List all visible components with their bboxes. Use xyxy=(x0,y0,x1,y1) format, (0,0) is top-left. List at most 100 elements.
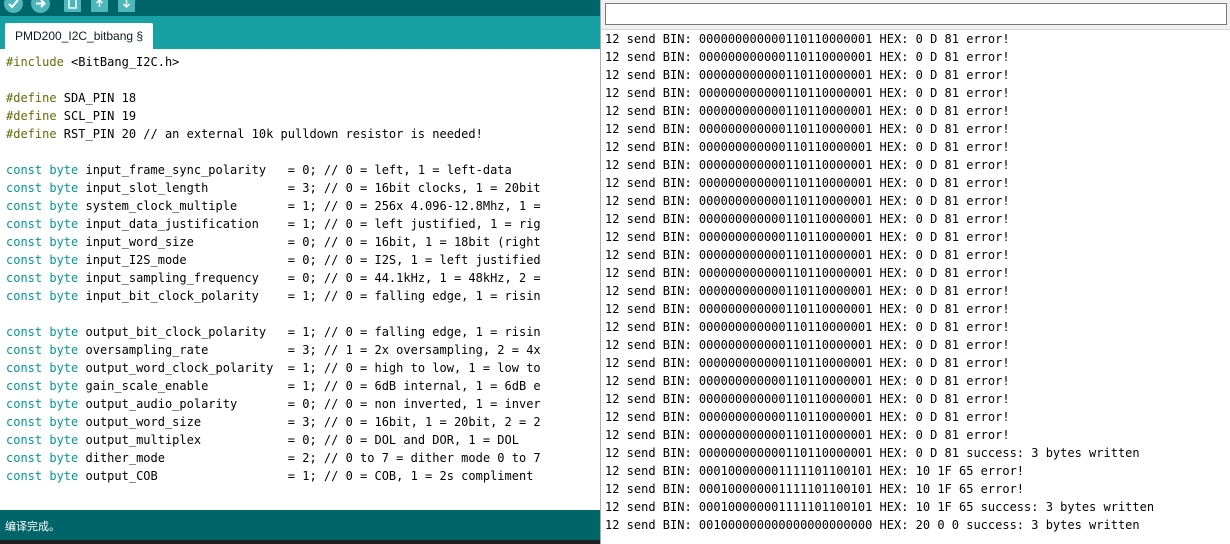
code-keyword: const xyxy=(6,163,43,177)
code-line: const byte input_data_justification = 1;… xyxy=(6,215,541,233)
code-keyword: byte xyxy=(49,271,79,285)
code-line: const byte input_frame_sync_polarity = 0… xyxy=(6,161,541,179)
code-keyword: byte xyxy=(49,361,79,375)
code-line: #include <BitBang_I2C.h> xyxy=(6,53,541,71)
upload-button[interactable] xyxy=(31,0,50,13)
code-keyword: const xyxy=(6,451,43,465)
code-token: input_I2S_mode = 0; // 0 = I2S, 1 = left… xyxy=(78,253,541,267)
serial-line: 12 send BIN: 000000000000110110000001 HE… xyxy=(605,338,1010,352)
code-keyword: const xyxy=(6,361,43,375)
code-keyword: byte xyxy=(49,181,79,195)
code-keyword: #define xyxy=(6,91,57,105)
code-keyword: byte xyxy=(49,469,79,483)
serial-line: 12 send BIN: 000000000000110110000001 HE… xyxy=(605,392,1010,406)
serial-line: 12 send BIN: 000000000000110110000001 HE… xyxy=(605,158,1010,172)
code-token: <BitBang_I2C.h> xyxy=(63,55,180,69)
serial-line: 12 send BIN: 000000000000110110000001 HE… xyxy=(605,140,1010,154)
code-keyword: const xyxy=(6,253,43,267)
new-sketch-button[interactable] xyxy=(64,0,81,12)
code-keyword: const xyxy=(6,235,43,249)
serial-line: 12 send BIN: 000000000000110110000001 HE… xyxy=(605,266,1010,280)
serial-output-text: 12 send BIN: 000000000000110110000001 HE… xyxy=(605,30,1154,534)
open-arrow-icon xyxy=(96,0,103,7)
code-keyword: byte xyxy=(49,433,79,447)
code-line: const byte oversampling_rate = 3; // 1 =… xyxy=(6,341,541,359)
new-file-icon xyxy=(68,0,77,9)
serial-line: 12 send BIN: 000000000000110110000001 HE… xyxy=(605,50,1010,64)
serial-line: 12 send BIN: 000100000001111101100101 HE… xyxy=(605,500,1155,514)
arrow-right-icon xyxy=(36,0,46,8)
code-token: input_bit_clock_polarity = 1; // 0 = fal… xyxy=(78,289,541,303)
code-keyword: byte xyxy=(49,343,79,357)
serial-line: 12 send BIN: 000000000000110110000001 HE… xyxy=(605,86,1010,100)
serial-line: 12 send BIN: 000000000000110110000001 HE… xyxy=(605,320,1010,334)
code-keyword: byte xyxy=(49,289,79,303)
code-token: input_frame_sync_polarity = 0; // 0 = le… xyxy=(78,163,512,177)
code-keyword: const xyxy=(6,325,43,339)
code-keyword: byte xyxy=(49,253,79,267)
code-token: gain_scale_enable = 1; // 0 = 6dB intern… xyxy=(78,379,541,393)
console-area xyxy=(0,540,600,544)
serial-line: 12 send BIN: 000000000000110110000001 HE… xyxy=(605,428,1010,442)
code-keyword: byte xyxy=(49,235,79,249)
save-arrow-icon xyxy=(123,0,130,8)
tab-sketch[interactable]: PMD200_I2C_bitbang § xyxy=(5,23,154,49)
serial-line: 12 send BIN: 000000000000110110000001 HE… xyxy=(605,410,1010,424)
serial-line: 12 send BIN: 000000000000110110000001 HE… xyxy=(605,446,1140,460)
serial-line: 12 send BIN: 000000000000110110000001 HE… xyxy=(605,32,1010,46)
ide-window: PMD200_I2C_bitbang § #include <BitBang_I… xyxy=(0,0,600,544)
save-sketch-button[interactable] xyxy=(118,0,135,12)
code-token: system_clock_multiple = 1; // 0 = 256x 4… xyxy=(78,199,541,213)
code-keyword: const xyxy=(6,397,43,411)
code-keyword: const xyxy=(6,379,43,393)
serial-line: 12 send BIN: 000100000001111101100101 HE… xyxy=(605,482,1025,496)
verify-button[interactable] xyxy=(4,0,23,13)
code-keyword: const xyxy=(6,433,43,447)
code-line: const byte dither_mode = 2; // 0 to 7 = … xyxy=(6,449,541,467)
code-keyword: const xyxy=(6,181,43,195)
code-token: RST_PIN 20 // an external 10k pulldown r… xyxy=(56,127,483,141)
code-keyword: byte xyxy=(49,217,79,231)
serial-line: 12 send BIN: 001000000000000000000000 HE… xyxy=(605,518,1140,532)
code-text: #include <BitBang_I2C.h> #define SDA_PIN … xyxy=(6,53,541,485)
code-token: output_audio_polarity = 0; // 0 = non in… xyxy=(78,397,541,411)
code-line: const byte output_audio_polarity = 0; //… xyxy=(6,395,541,413)
toolbar xyxy=(0,0,600,16)
code-keyword: const xyxy=(6,199,43,213)
code-line: #define SDA_PIN 18 xyxy=(6,89,541,107)
open-sketch-button[interactable] xyxy=(91,0,108,12)
code-keyword: const xyxy=(6,217,43,231)
code-token: output_bit_clock_polarity = 1; // 0 = fa… xyxy=(78,325,541,339)
serial-send-input[interactable] xyxy=(605,3,1227,25)
code-keyword: byte xyxy=(49,199,79,213)
code-line: const byte output_word_size = 3; // 0 = … xyxy=(6,413,541,431)
code-keyword: byte xyxy=(49,451,79,465)
code-token: SDA_PIN 18 xyxy=(56,91,137,105)
serial-output[interactable]: 12 send BIN: 000000000000110110000001 HE… xyxy=(601,29,1230,544)
code-keyword: const xyxy=(6,271,43,285)
serial-line: 12 send BIN: 000000000000110110000001 HE… xyxy=(605,176,1010,190)
code-keyword: #define xyxy=(6,109,57,123)
code-token: input_word_size = 0; // 0 = 16bit, 1 = 1… xyxy=(78,235,541,249)
serial-line: 12 send BIN: 000000000000110110000001 HE… xyxy=(605,104,1010,118)
code-editor[interactable]: #include <BitBang_I2C.h> #define SDA_PIN … xyxy=(0,49,600,510)
code-keyword: byte xyxy=(49,415,79,429)
code-keyword: const xyxy=(6,469,43,483)
code-keyword: byte xyxy=(49,163,79,177)
code-token: output_word_size = 3; // 0 = 16bit, 1 = … xyxy=(78,415,541,429)
code-line: #define RST_PIN 20 // an external 10k pu… xyxy=(6,125,541,143)
code-keyword: const xyxy=(6,343,43,357)
serial-line: 12 send BIN: 000100000001111101100101 HE… xyxy=(605,464,1025,478)
serial-line: 12 send BIN: 000000000000110110000001 HE… xyxy=(605,302,1010,316)
code-token: input_data_justification = 1; // 0 = lef… xyxy=(78,217,541,231)
code-keyword: byte xyxy=(49,397,79,411)
serial-line: 12 send BIN: 000000000000110110000001 HE… xyxy=(605,194,1010,208)
code-line: const byte output_multiplex = 0; // 0 = … xyxy=(6,431,541,449)
check-icon xyxy=(8,0,19,9)
serial-line: 12 send BIN: 000000000000110110000001 HE… xyxy=(605,356,1010,370)
code-token: dither_mode = 2; // 0 to 7 = dither mode… xyxy=(78,451,541,465)
code-token: SCL_PIN 19 xyxy=(56,109,137,123)
code-keyword: #include xyxy=(6,55,64,69)
